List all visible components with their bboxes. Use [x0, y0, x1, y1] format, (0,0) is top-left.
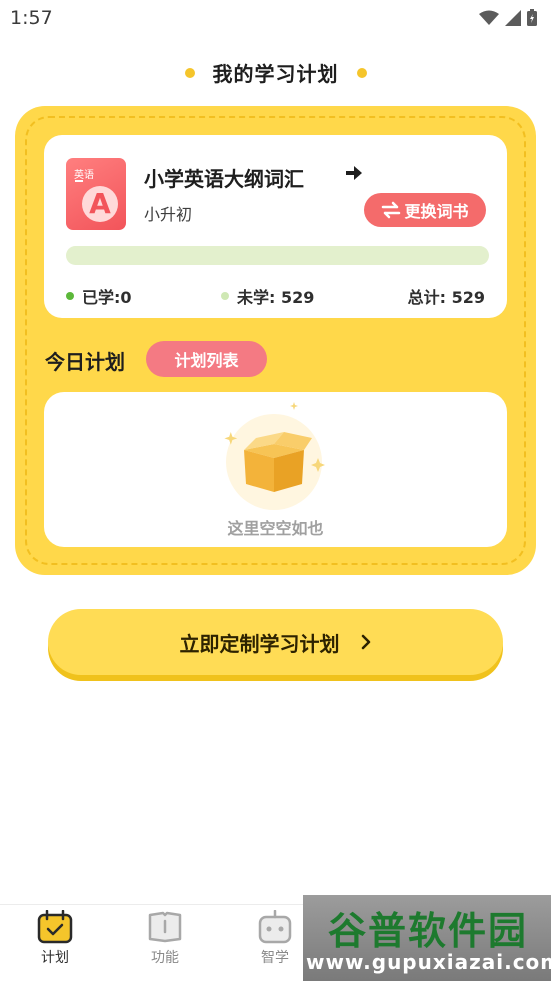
- watermark-url: www.gupuxiazai.com: [306, 950, 551, 974]
- battery-icon: [527, 9, 537, 26]
- title-dot-left: [184, 67, 195, 78]
- calendar-check-icon: [37, 910, 73, 944]
- plan-list-button[interactable]: 计划列表: [146, 341, 267, 377]
- book-subtitle: 小升初: [144, 205, 193, 224]
- title-dot-right: [356, 67, 367, 78]
- empty-state-text: 这里空空如也: [227, 519, 324, 538]
- nav-label-smart-learning: 智学: [261, 950, 289, 966]
- change-book-button[interactable]: 更换词书: [364, 193, 486, 227]
- stat-total: 总计: 529: [408, 284, 485, 308]
- arrow-right-icon[interactable]: [343, 162, 365, 184]
- page-title: 我的学习计划: [212, 62, 339, 86]
- today-plan-title: 今日计划: [45, 350, 125, 374]
- nav-tab-features[interactable]: 功能: [115, 910, 215, 967]
- learned-dot: [66, 292, 74, 300]
- signal-icon: [505, 9, 521, 26]
- nav-tab-plan[interactable]: 计划: [5, 910, 105, 967]
- learned-label: 已学:: [82, 288, 121, 307]
- create-plan-button[interactable]: 立即定制学习计划: [48, 609, 503, 675]
- wifi-icon: [479, 10, 499, 25]
- learned-count: 0: [120, 288, 132, 307]
- unlearned-label: 未学:: [237, 288, 276, 307]
- robot-icon: [258, 910, 292, 944]
- watermark-text: 谷普软件园: [327, 909, 528, 953]
- stat-unlearned: 未学: 529: [221, 284, 314, 308]
- unlearned-count: 529: [280, 288, 315, 307]
- book-open-icon: [148, 911, 182, 943]
- stat-learned: 已学:0: [66, 284, 132, 308]
- book-cover-dash: [75, 180, 83, 182]
- page-title-bar: 我的学习计划: [0, 58, 551, 87]
- status-icons: [479, 9, 537, 26]
- swap-icon: [382, 201, 401, 219]
- total-count: 529: [451, 288, 485, 307]
- nav-label-features: 功能: [151, 950, 179, 966]
- empty-box-icon: [224, 402, 325, 510]
- learning-progress-bar: [66, 246, 489, 265]
- create-plan-label: 立即定制学习计划: [179, 631, 340, 656]
- chevron-right-icon: [361, 634, 370, 650]
- change-book-label: 更换词书: [404, 202, 469, 221]
- book-cover-label: 英语: [74, 170, 94, 181]
- book-title[interactable]: 小学英语大纲词汇: [144, 163, 304, 192]
- status-time: 1:57: [10, 7, 53, 29]
- total-label: 总计:: [407, 288, 447, 307]
- book-cover-letter: A: [82, 186, 118, 222]
- nav-label-plan: 计划: [41, 950, 69, 966]
- unlearned-dot: [221, 292, 229, 300]
- book-cover[interactable]: 英语 A: [66, 158, 126, 230]
